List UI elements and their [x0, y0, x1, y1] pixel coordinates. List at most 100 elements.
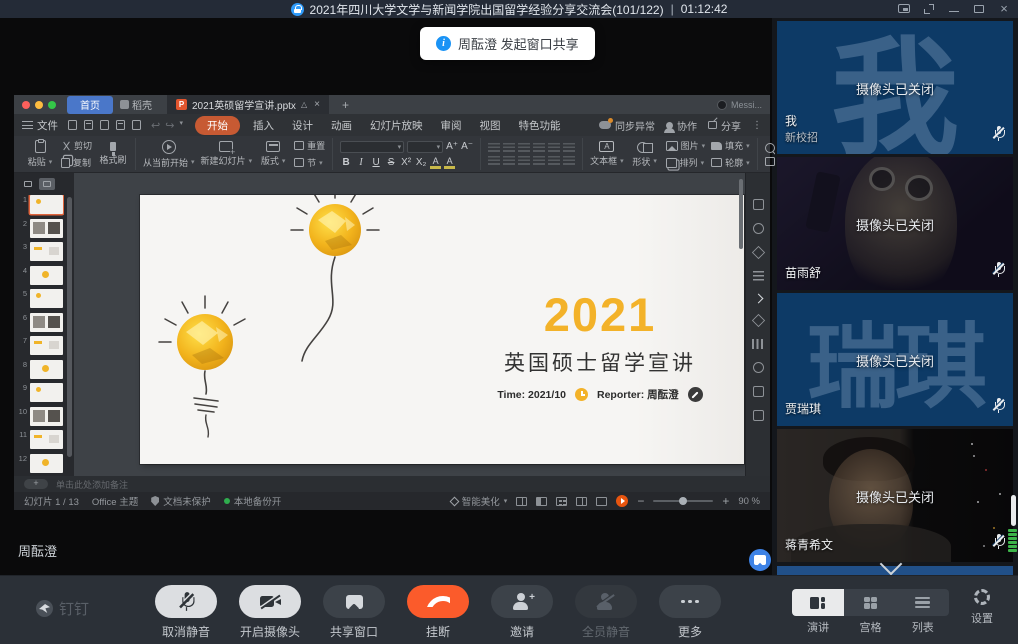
- thumbnail-scrollbar[interactable]: [67, 197, 72, 457]
- cut-button[interactable]: 剪切: [61, 139, 92, 152]
- picture-button[interactable]: 图片▾: [666, 139, 706, 152]
- close-tab-icon[interactable]: ×: [314, 99, 320, 110]
- slide-thumbnail-preview[interactable]: [30, 360, 63, 379]
- shapes-button[interactable]: 形状▾: [630, 141, 660, 168]
- slideshow-play-icon[interactable]: [616, 495, 628, 507]
- decrease-indent-icon[interactable]: [518, 143, 530, 152]
- zoom-out-icon[interactable]: −: [637, 496, 644, 506]
- more-menu-icon[interactable]: ⋮: [752, 120, 762, 131]
- slide-thumbnail-preview[interactable]: [30, 242, 63, 261]
- slide-thumbnail-preview[interactable]: [30, 219, 63, 238]
- fill-button[interactable]: 填充▾: [711, 139, 750, 152]
- slide-thumbnail-preview[interactable]: [30, 195, 63, 214]
- find-icon[interactable]: [765, 143, 775, 153]
- ribbon-tab-view[interactable]: 视图: [470, 116, 509, 135]
- zoom-slider[interactable]: [653, 500, 713, 502]
- wps-docer-tab[interactable]: 稻壳: [120, 97, 152, 112]
- thumbnail-view-toggle[interactable]: [39, 178, 55, 190]
- participant-tile[interactable]: 瑞琪 摄像头已关闭 贾瑞琪: [777, 293, 1013, 426]
- undo-caret-icon[interactable]: ▾: [179, 119, 183, 132]
- hang-up-button[interactable]: 挂断: [402, 585, 474, 640]
- adjust-icon[interactable]: [752, 339, 765, 349]
- slide-editor[interactable]: 2021 英国硕士留学宣讲 Time: 2021/10 Reporter: 周酝…: [140, 195, 744, 464]
- italic-button[interactable]: I: [355, 157, 367, 168]
- underline-button[interactable]: U: [370, 157, 382, 168]
- collaborate-button[interactable]: 协作: [666, 118, 697, 133]
- layout-button[interactable]: 版式▾: [258, 141, 288, 167]
- wps-home-tab[interactable]: 首页: [67, 96, 113, 114]
- slide-thumbnail-preview[interactable]: [30, 383, 63, 402]
- mute-all-button[interactable]: 全员静音: [570, 585, 642, 640]
- format-painter-button[interactable]: 格式刷: [98, 142, 128, 166]
- zoom-knob[interactable]: [679, 497, 687, 505]
- slide-thumbnail[interactable]: 7: [18, 336, 64, 355]
- section-button[interactable]: 节▾: [294, 156, 325, 169]
- align-right-icon[interactable]: [518, 156, 530, 165]
- highlight-color-icon[interactable]: A: [430, 157, 441, 168]
- share-window-button[interactable]: 共享窗口: [318, 585, 390, 640]
- ribbon-tab-home[interactable]: 开始: [195, 116, 240, 135]
- preview-icon[interactable]: [132, 120, 141, 130]
- play-from-current-button[interactable]: 从当前开始▾: [143, 140, 195, 169]
- select-icon[interactable]: [765, 157, 775, 166]
- protection-status[interactable]: 文档未保护: [151, 494, 211, 508]
- close-icon[interactable]: ×: [998, 3, 1010, 15]
- settings-button[interactable]: 设置: [962, 589, 1002, 626]
- notes-view-icon[interactable]: [516, 497, 527, 506]
- ribbon-tab-design[interactable]: 设计: [283, 116, 322, 135]
- print-icon[interactable]: [116, 120, 125, 130]
- font-color-icon[interactable]: A: [444, 157, 455, 168]
- decrease-font-icon[interactable]: A⁻: [461, 141, 473, 152]
- increase-indent-icon[interactable]: [533, 143, 545, 152]
- redo-icon[interactable]: ↪: [165, 119, 174, 132]
- hamburger-icon[interactable]: [22, 121, 33, 129]
- invite-button[interactable]: + 邀请: [486, 585, 558, 640]
- reset-button[interactable]: 重置: [294, 139, 325, 152]
- share-button[interactable]: 分享: [708, 118, 741, 133]
- zoom-in-icon[interactable]: +: [722, 496, 729, 506]
- participant-tile[interactable]: 摄像头已关闭 苗雨舒: [777, 157, 1013, 290]
- sync-status[interactable]: 同步异常: [599, 118, 655, 133]
- ribbon-tab-features[interactable]: 特色功能: [509, 116, 569, 135]
- slide-thumbnail-preview[interactable]: [30, 407, 63, 426]
- open-icon[interactable]: [68, 120, 77, 130]
- slide-thumbnail-preview[interactable]: [30, 289, 63, 308]
- output-icon[interactable]: [100, 120, 109, 130]
- canvas-scrollbar[interactable]: [739, 179, 743, 249]
- slide-thumbnail[interactable]: 10: [18, 407, 64, 426]
- slide-thumbnail[interactable]: 12: [18, 454, 64, 473]
- save-icon[interactable]: [84, 120, 93, 130]
- more-button[interactable]: 更多: [654, 585, 726, 640]
- speaker-view-tab[interactable]: [792, 589, 844, 616]
- align-center-icon[interactable]: [503, 156, 515, 165]
- share-float-button[interactable]: [749, 549, 771, 571]
- slide-thumbnail-preview[interactable]: [30, 454, 63, 473]
- font-size-combobox[interactable]: [407, 141, 443, 153]
- slide-thumbnail[interactable]: 9: [18, 383, 64, 402]
- outline-button[interactable]: 轮廓▾: [711, 156, 750, 169]
- slide-thumbnail[interactable]: 1: [18, 195, 64, 214]
- participant-tile-self[interactable]: 我 摄像头已关闭 我 新校招: [777, 21, 1013, 154]
- effects-icon[interactable]: [751, 314, 764, 327]
- wps-document-tab[interactable]: P 2021英硕留学宣讲.pptx △ ×: [167, 95, 329, 114]
- ribbon-tab-insert[interactable]: 插入: [244, 116, 283, 135]
- slide-thumbnail[interactable]: 8: [18, 360, 64, 379]
- columns-icon[interactable]: [548, 156, 560, 165]
- minimize-light-icon[interactable]: [35, 101, 43, 109]
- maximize-icon[interactable]: [973, 3, 985, 15]
- slide-sorter-icon[interactable]: [556, 497, 567, 506]
- reading-view-icon[interactable]: [576, 497, 587, 506]
- ribbon-tab-animation[interactable]: 动画: [322, 116, 361, 135]
- chart-tools-icon[interactable]: [753, 271, 764, 282]
- menu-file[interactable]: 文件: [37, 118, 58, 133]
- slide-thumbnail[interactable]: 5: [18, 289, 64, 308]
- object-properties-icon[interactable]: [753, 199, 764, 210]
- slide-thumbnail-preview[interactable]: [30, 266, 63, 285]
- fullscreen-icon[interactable]: [923, 3, 935, 15]
- unmute-button[interactable]: 取消静音: [150, 585, 222, 640]
- backup-status[interactable]: 本地备份开: [224, 494, 282, 508]
- slide-thumbnail[interactable]: 2: [18, 219, 64, 238]
- align-objects-icon[interactable]: [563, 156, 575, 165]
- normal-view-icon[interactable]: [536, 497, 547, 506]
- textbox-button[interactable]: A 文本框▾: [590, 141, 624, 167]
